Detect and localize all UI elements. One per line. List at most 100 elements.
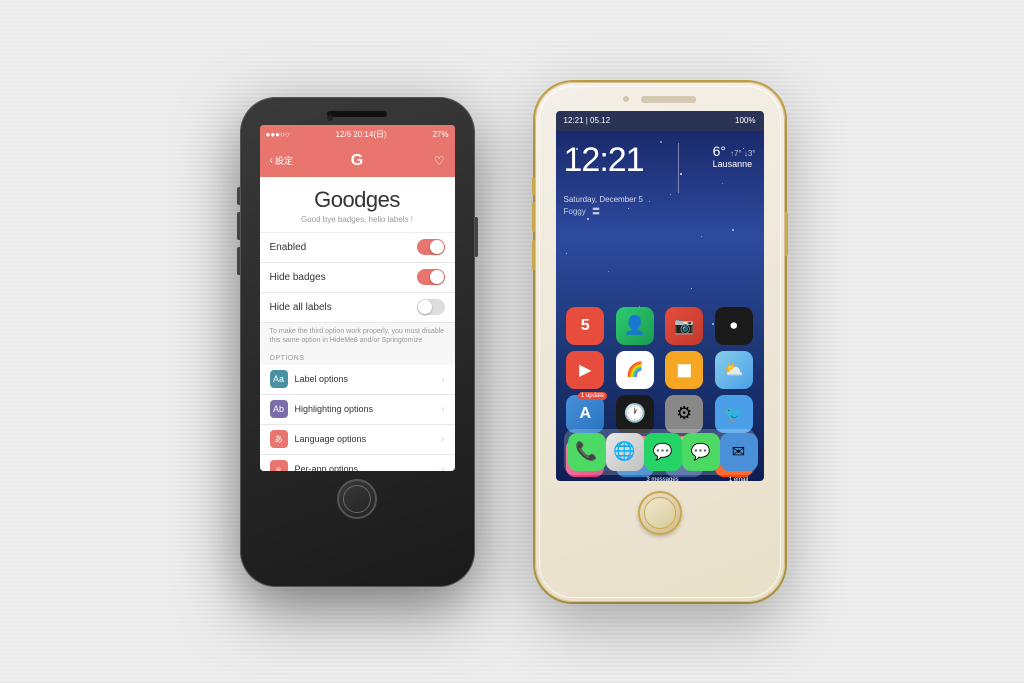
speaker-grill — [327, 111, 387, 117]
nav-bar: ‹ 設定 G ♡ — [260, 145, 455, 177]
home-button-inner-white — [644, 497, 676, 529]
lock-date: Saturday, December 5 — [556, 193, 651, 206]
app-icon-wrap[interactable]: 🕐 — [613, 395, 657, 433]
power-btn-white — [785, 212, 788, 256]
messages-dock-icon: 💬 — [682, 433, 720, 471]
app-icon-wrap[interactable]: 🌈 — [613, 351, 657, 389]
time-divider — [678, 143, 679, 193]
enabled-row[interactable]: Enabled — [260, 233, 455, 263]
clock-icon: ⏺ — [715, 307, 753, 345]
app-icon-wrap[interactable]: ⏺ — [712, 307, 756, 345]
right-phone: 12:21 | 05.12 100% — [535, 82, 785, 602]
hide-labels-row[interactable]: Hide all labels — [260, 293, 455, 323]
dock-messages[interactable]: 💬 — [682, 433, 720, 471]
chevron-right-icon-3: › — [441, 434, 444, 445]
time-display: 12/6 20:14(日) — [336, 129, 387, 140]
app-icon-wrap[interactable]: ◼ — [663, 351, 707, 389]
hide-badges-toggle[interactable] — [417, 269, 445, 285]
app-icon-wrap[interactable]: 5 — [564, 307, 608, 345]
battery-status: 100% — [735, 116, 755, 125]
enabled-toggle[interactable] — [417, 239, 445, 255]
power-btn — [475, 217, 478, 257]
app-icon-wrap[interactable]: 👤 — [613, 307, 657, 345]
enabled-label: Enabled — [270, 242, 307, 253]
time-weather-section: 12:21 6° ↑7° ↓3° Lausanne — [556, 131, 764, 193]
chevron-left-icon: ‹ — [270, 155, 273, 166]
whatsapp-badge: 3 messages — [646, 477, 678, 481]
youtube-icon: ▶ — [566, 351, 604, 389]
back-button[interactable]: ‹ 設定 — [270, 154, 293, 167]
chevron-right-icon: › — [441, 374, 444, 385]
volume-up-btn — [237, 212, 240, 240]
badge-update: 1 update — [578, 392, 607, 400]
camera-dot-white — [623, 96, 629, 102]
language-options-row[interactable]: あ Language options › — [260, 425, 455, 455]
left-phone-screen: ●●●○○ 12/6 20:14(日) 27% ‹ 設定 G ♡ Goodges… — [260, 125, 455, 471]
phone-dock-icon: 📞 — [568, 433, 606, 471]
time-status: 12:21 | 05.12 — [564, 116, 611, 125]
city-name: Lausanne — [713, 159, 753, 169]
weather-condition: Foggy 〓 — [556, 206, 608, 217]
weather-section: 6° ↑7° ↓3° Lausanne — [713, 143, 756, 169]
home-button-white[interactable] — [638, 491, 682, 535]
google-icon: 🌈 — [616, 351, 654, 389]
dock-whatsapp[interactable]: 💬 3 messages — [644, 433, 682, 471]
hide-labels-toggle[interactable] — [417, 299, 445, 315]
whatsapp-dock-icon: 💬 3 messages — [644, 433, 682, 471]
left-phone: ●●●○○ 12/6 20:14(日) 27% ‹ 設定 G ♡ Goodges… — [240, 97, 475, 587]
nav-title: G — [351, 152, 363, 170]
app-subtitle: Good bye badges, hello labels ! — [260, 215, 455, 224]
language-options-icon: あ — [270, 430, 288, 448]
label-options-text: Label options — [295, 374, 349, 384]
home-button-inner — [343, 485, 371, 513]
home-button[interactable] — [337, 479, 377, 519]
status-bar: ●●●○○ 12/6 20:14(日) 27% — [260, 125, 455, 145]
app-icon-wrap[interactable]: 🐦 — [712, 395, 756, 433]
hide-badges-row[interactable]: Hide badges — [260, 263, 455, 293]
mail-badge: 1 email — [729, 477, 748, 481]
appstore-icon: A 1 update — [566, 395, 604, 433]
per-app-options-icon: ≡ — [270, 460, 288, 470]
toggle-knob-2 — [430, 270, 444, 284]
lockscreen: 12:21 6° ↑7° ↓3° Lausanne Saturday, Dece… — [556, 131, 764, 481]
app-icon-wrap[interactable]: ⚙ — [663, 395, 707, 433]
dock-phone[interactable]: 📞 — [568, 433, 606, 471]
camera-icon — [327, 115, 333, 121]
highlighting-options-text: Highlighting options — [295, 404, 374, 414]
app-icon-wrap[interactable]: ▶ — [564, 351, 608, 389]
app-icon-wrap[interactable]: A 1 update — [564, 395, 608, 433]
safari-dock-icon: 🌐 — [606, 433, 644, 471]
highlighting-options-row[interactable]: Ab Highlighting options › — [260, 395, 455, 425]
lock-time: 12:21 — [564, 143, 644, 177]
dock: 📞 🌐 💬 3 messages 💬 — [564, 429, 756, 475]
dock-safari[interactable]: 🌐 — [606, 433, 644, 471]
label-options-row[interactable]: Aa Label options › — [260, 365, 455, 395]
temp-range: ↑7° ↓3° — [730, 149, 756, 158]
speaker-white — [641, 96, 696, 103]
hide-badges-label: Hide badges — [270, 272, 326, 283]
camera-app-icon: 📷 — [665, 307, 703, 345]
label-options-icon: Aa — [270, 370, 288, 388]
volume-down-btn — [237, 247, 240, 275]
app-icon-wrap[interactable]: ⛅ — [712, 351, 756, 389]
settings-icon: ⚙ — [665, 395, 703, 433]
weather-icon: ⛅ — [715, 351, 753, 389]
chevron-right-icon-2: › — [441, 404, 444, 415]
options-section-header: OPTIONS — [260, 349, 455, 365]
per-app-options-text: Per-app options — [295, 464, 359, 470]
back-label: 設定 — [275, 154, 293, 167]
heart-icon[interactable]: ♡ — [434, 154, 445, 168]
volume-up-white — [532, 202, 535, 232]
timer-icon: 🕐 — [616, 395, 654, 433]
app-icon-wrap[interactable]: 📷 — [663, 307, 707, 345]
phone-top-area — [535, 82, 785, 103]
language-options-text: Language options — [295, 434, 367, 444]
twitter-icon: 🐦 — [715, 395, 753, 433]
toggle-knob-3 — [418, 300, 432, 314]
temperature: 6° — [713, 143, 726, 159]
volume-down-white — [532, 240, 535, 270]
dock-mail[interactable]: ✉ 1 email — [720, 433, 758, 471]
hide-labels-label: Hide all labels — [270, 302, 332, 313]
app-title: Goodges — [260, 187, 455, 213]
per-app-options-row[interactable]: ≡ Per-app options › — [260, 455, 455, 471]
